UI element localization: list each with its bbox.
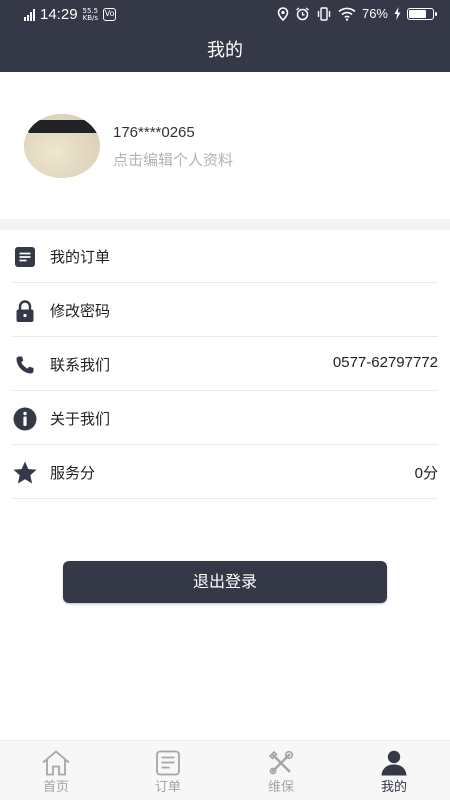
menu-label: 修改密码 (50, 302, 111, 320)
phone-icon (12, 352, 38, 378)
section-divider (0, 219, 450, 230)
menu-label: 联系我们 (50, 356, 111, 374)
menu-item-my-orders[interactable]: 我的订单 (12, 230, 438, 283)
tab-home[interactable]: 首页 (0, 741, 112, 800)
order-list-icon (12, 244, 38, 270)
wifi-icon (338, 7, 356, 21)
network-speed: 55.5 KB/s (82, 6, 99, 22)
tab-label: 首页 (42, 780, 69, 795)
menu-label: 我的订单 (50, 248, 111, 266)
tab-orders[interactable]: 订单 (112, 741, 224, 800)
page-title: 我的 (0, 30, 450, 72)
menu-label: 关于我们 (50, 410, 111, 428)
profile-phone: 176****0265 (113, 124, 195, 141)
battery-percent: 76% (361, 6, 388, 21)
vibrate-icon (317, 6, 331, 21)
service-score-value: 0分 (414, 465, 438, 482)
edit-profile-link[interactable]: 点击编辑个人资料 (113, 149, 233, 170)
bottom-tab-bar: 首页 订单 维保 我的 (0, 740, 450, 800)
status-time: 14:29 (40, 6, 78, 23)
order-icon (153, 749, 183, 777)
tools-icon (266, 749, 296, 777)
location-icon (277, 6, 289, 21)
lock-icon (12, 298, 38, 324)
user-icon (379, 749, 409, 777)
charging-icon (394, 7, 401, 20)
menu-item-contact-us[interactable]: 联系我们 0577-62797772 (12, 338, 438, 391)
notification-app-icon: Vo (103, 8, 117, 21)
tab-label: 订单 (154, 780, 181, 795)
alarm-icon (296, 6, 309, 20)
contact-phone-number: 0577-62797772 (332, 354, 438, 371)
battery-icon (407, 7, 437, 20)
tab-label: 维保 (267, 780, 294, 795)
signal-icon (24, 8, 35, 21)
logout-button[interactable]: 退出登录 (63, 561, 387, 603)
status-bar: 14:29 55.5 KB/s Vo 76% (0, 0, 450, 30)
avatar[interactable] (24, 114, 100, 178)
tab-maintenance[interactable]: 维保 (225, 741, 337, 800)
menu-item-about-us[interactable]: 关于我们 (12, 392, 438, 445)
menu-label: 服务分 (50, 464, 96, 482)
home-icon (41, 749, 71, 777)
menu-item-service-score[interactable]: 服务分 0分 (12, 446, 438, 499)
info-icon (12, 406, 38, 432)
profile-section[interactable]: 176****0265 点击编辑个人资料 (0, 72, 450, 219)
tab-mine[interactable]: 我的 (338, 741, 450, 800)
tab-label: 我的 (380, 780, 407, 795)
menu-item-change-password[interactable]: 修改密码 (12, 284, 438, 337)
star-icon (12, 460, 38, 486)
